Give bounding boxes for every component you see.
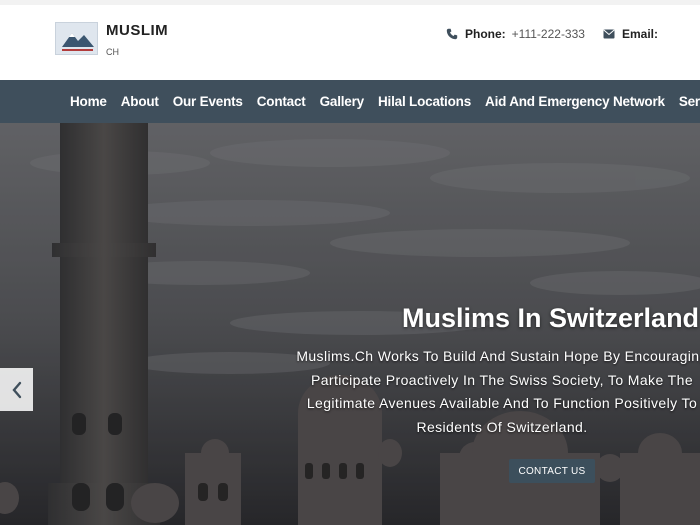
- main-navigation: Home About Our Events Contact Gallery Hi…: [0, 80, 700, 123]
- phone-contact: Phone: +111-222-333: [446, 27, 585, 41]
- hero-description: Muslims.Ch Works To Build And Sustain Ho…: [262, 345, 700, 439]
- nav-home[interactable]: Home: [70, 94, 107, 109]
- nav-our-events[interactable]: Our Events: [173, 94, 243, 109]
- envelope-icon: [603, 29, 615, 39]
- email-label: Email:: [622, 27, 659, 41]
- chevron-left-icon: [11, 381, 21, 398]
- hero-line: Participate Proactively In The Swiss Soc…: [310, 371, 694, 388]
- email-contact: Email:: [603, 27, 658, 41]
- phone-label: Phone:: [465, 27, 506, 41]
- hero-title: Muslims In Switzerland: [402, 303, 700, 333]
- phone-value[interactable]: +111-222-333: [512, 27, 585, 41]
- brand-subtitle: CH: [106, 47, 119, 57]
- phone-icon: [446, 28, 458, 40]
- top-header: MUSLIM CH Phone: +111-222-333 Email:: [0, 0, 700, 80]
- nav-hilal-locations[interactable]: Hilal Locations: [378, 94, 471, 109]
- hero-line: Muslims.Ch Works To Build And Sustain Ho…: [296, 348, 700, 364]
- contact-us-button[interactable]: CONTACT US: [509, 459, 595, 483]
- nav-contact[interactable]: Contact: [257, 94, 306, 109]
- nav-about[interactable]: About: [121, 94, 159, 109]
- hero-slider: Muslims In Switzerland Muslims.Ch Works …: [0, 123, 700, 525]
- hero-line: Residents Of Switzerland.: [416, 418, 588, 435]
- hero-line: Legitimate Avenues Available And To Func…: [306, 395, 698, 411]
- nav-gallery[interactable]: Gallery: [320, 94, 365, 109]
- slider-prev-button[interactable]: [0, 368, 33, 411]
- site-logo[interactable]: [55, 22, 98, 55]
- nav-services[interactable]: Services: [679, 94, 700, 109]
- brand-name[interactable]: MUSLIM: [106, 22, 168, 39]
- nav-aid-emergency-network[interactable]: Aid And Emergency Network: [485, 94, 665, 109]
